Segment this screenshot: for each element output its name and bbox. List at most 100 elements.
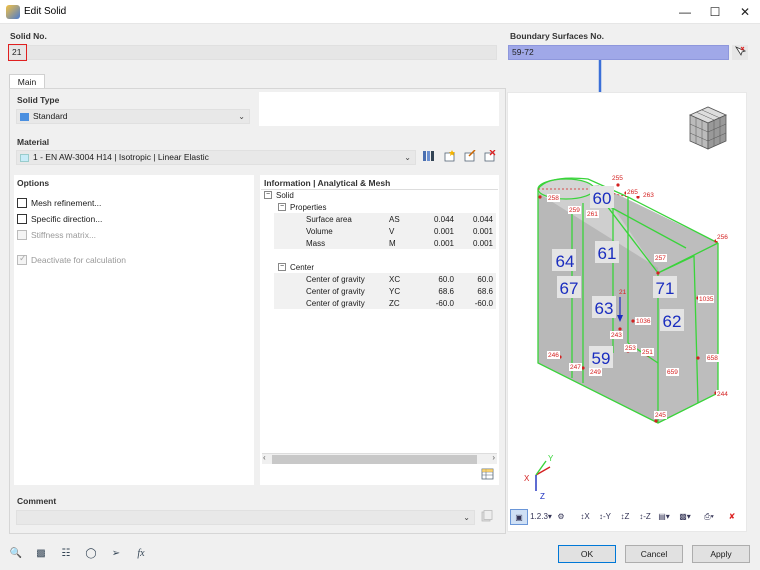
- row-name: Center of gravity: [306, 287, 365, 296]
- row-value-2: 68.6: [477, 287, 493, 296]
- row-symbol: ZC: [389, 299, 400, 308]
- svg-text:Y: Y: [548, 454, 554, 463]
- title-bar: Edit Solid — ☐ ✕: [0, 0, 760, 24]
- tab-main[interactable]: Main: [9, 74, 45, 89]
- apply-button[interactable]: Apply: [692, 545, 750, 563]
- row-value-2: 0.044: [472, 215, 493, 224]
- show-numbering-icon[interactable]: ▣: [510, 509, 528, 525]
- iso-view-icon[interactable]: ▤▾: [656, 509, 672, 525]
- table-row: Center of gravity XC 60.0 60.0: [262, 274, 497, 286]
- units-icon[interactable]: ▩: [33, 546, 49, 562]
- print-icon[interactable]: ⎙▾: [698, 509, 720, 525]
- row-value-1: 68.6: [438, 287, 454, 296]
- comment-label: Comment: [17, 496, 57, 506]
- row-value-1: 0.044: [433, 215, 454, 224]
- object-info-icon[interactable]: ☷: [58, 546, 74, 562]
- pick-surfaces-icon[interactable]: [732, 45, 748, 60]
- material-label: Material: [17, 137, 50, 147]
- app-icon: [6, 5, 20, 19]
- chevron-down-icon: ⌄: [238, 112, 245, 121]
- stiffness-matrix-label: Stiffness matrix...: [31, 230, 97, 240]
- solid-type-select[interactable]: Standard ⌄: [16, 109, 250, 124]
- row-name: Mass: [306, 239, 326, 248]
- search-icon[interactable]: 🔍: [8, 546, 24, 562]
- row-value-1: 60.0: [438, 275, 454, 284]
- show-info-icon[interactable]: ⚙: [553, 509, 569, 525]
- edit-material-icon[interactable]: [461, 149, 477, 165]
- row-symbol: M: [389, 239, 396, 248]
- view-z-icon[interactable]: ↕Z: [617, 509, 633, 525]
- mesh-refinement-label: Mesh refinement...: [31, 198, 102, 208]
- new-material-icon[interactable]: [441, 150, 457, 165]
- mesh-refinement-checkbox[interactable]: [17, 198, 27, 208]
- surface-label: 63: [595, 299, 614, 318]
- solid-model-graphic: 60 61 64 67 63 71 62 59 255 265 263 258 …: [524, 106, 729, 501]
- row-symbol: YC: [389, 287, 401, 296]
- row-value-1: -60.0: [435, 299, 454, 308]
- row-value-2: 0.001: [472, 227, 493, 236]
- maximize-icon[interactable]: ☐: [700, 0, 730, 24]
- boundary-surfaces-input[interactable]: 59-72: [508, 45, 729, 60]
- row-name: Volume: [306, 227, 333, 236]
- info-table-icon[interactable]: [479, 468, 495, 483]
- svg-text:658: 658: [707, 355, 718, 362]
- table-row: Center of gravity ZC -60.0 -60.0: [262, 298, 497, 310]
- reset-view-icon[interactable]: ✘: [724, 509, 740, 525]
- svg-text:659: 659: [667, 369, 678, 376]
- table-row: Center of gravity YC 68.6 68.6: [262, 286, 497, 298]
- numbering-options-icon[interactable]: 1.2.3▾: [530, 509, 552, 525]
- svg-text:261: 261: [587, 211, 598, 218]
- cancel-button[interactable]: Cancel: [625, 545, 683, 563]
- table-row: Surface area AS 0.044 0.044: [262, 214, 497, 226]
- horizontal-scrollbar[interactable]: ‹ ›: [262, 453, 497, 464]
- svg-text:1035: 1035: [699, 296, 714, 303]
- formula-icon[interactable]: fx: [133, 546, 149, 562]
- material-library-icon[interactable]: [420, 150, 436, 165]
- close-icon[interactable]: ✕: [730, 0, 760, 24]
- row-value-2: 0.001: [472, 239, 493, 248]
- boundary-surfaces-value: 59-72: [512, 47, 534, 57]
- display-mode-icon[interactable]: ▩▾: [676, 509, 694, 525]
- comment-input[interactable]: ⌄: [16, 510, 475, 525]
- material-value: 1 - EN AW-3004 H14 | Isotropic | Linear …: [33, 152, 209, 162]
- row-name: Surface area: [306, 215, 352, 224]
- select-objects-icon[interactable]: ➢: [108, 546, 124, 562]
- svg-text:256: 256: [717, 234, 728, 241]
- view-minus-z-icon[interactable]: ↕-Z: [636, 509, 654, 525]
- scroll-right-icon[interactable]: ›: [492, 453, 495, 462]
- svg-text:245: 245: [655, 412, 666, 419]
- svg-text:249: 249: [590, 369, 601, 376]
- view-minus-y-icon[interactable]: ↕-Y: [596, 509, 614, 525]
- ok-button[interactable]: OK: [558, 545, 616, 563]
- delete-material-icon[interactable]: [481, 149, 497, 165]
- collapse-icon[interactable]: −: [278, 263, 286, 271]
- svg-text:258: 258: [548, 195, 559, 202]
- collapse-icon[interactable]: −: [278, 203, 286, 211]
- row-symbol: AS: [389, 215, 400, 224]
- svg-text:246: 246: [548, 352, 559, 359]
- material-select[interactable]: 1 - EN AW-3004 H14 | Isotropic | Linear …: [16, 150, 416, 165]
- collapse-icon[interactable]: −: [264, 191, 272, 199]
- row-name: Center of gravity: [306, 275, 365, 284]
- info-divider: [261, 189, 498, 190]
- options-label: Options: [17, 178, 50, 188]
- minimize-icon[interactable]: —: [670, 0, 700, 24]
- row-name: Center of gravity: [306, 299, 365, 308]
- visibility-icon[interactable]: ◯: [83, 546, 99, 562]
- svg-text:251: 251: [642, 349, 653, 356]
- scroll-left-icon[interactable]: ‹: [263, 453, 266, 462]
- row-symbol: XC: [389, 275, 401, 284]
- specific-direction-checkbox[interactable]: [17, 214, 27, 224]
- surface-label: 64: [556, 252, 575, 271]
- solid-no-input[interactable]: 21: [8, 45, 497, 60]
- svg-text:263: 263: [643, 192, 654, 199]
- tree-root-label: Solid: [276, 191, 294, 200]
- svg-text:253: 253: [625, 345, 636, 352]
- table-row: Mass M 0.001 0.001: [262, 238, 497, 250]
- svg-text:247: 247: [570, 364, 581, 371]
- view-x-icon[interactable]: ↕X: [577, 509, 593, 525]
- row-value-1: 0.001: [433, 227, 454, 236]
- model-view[interactable]: 60 61 64 67 63 71 62 59 255 265 263 258 …: [507, 92, 747, 532]
- row-symbol: V: [389, 227, 395, 236]
- scrollbar-thumb[interactable]: [272, 455, 477, 464]
